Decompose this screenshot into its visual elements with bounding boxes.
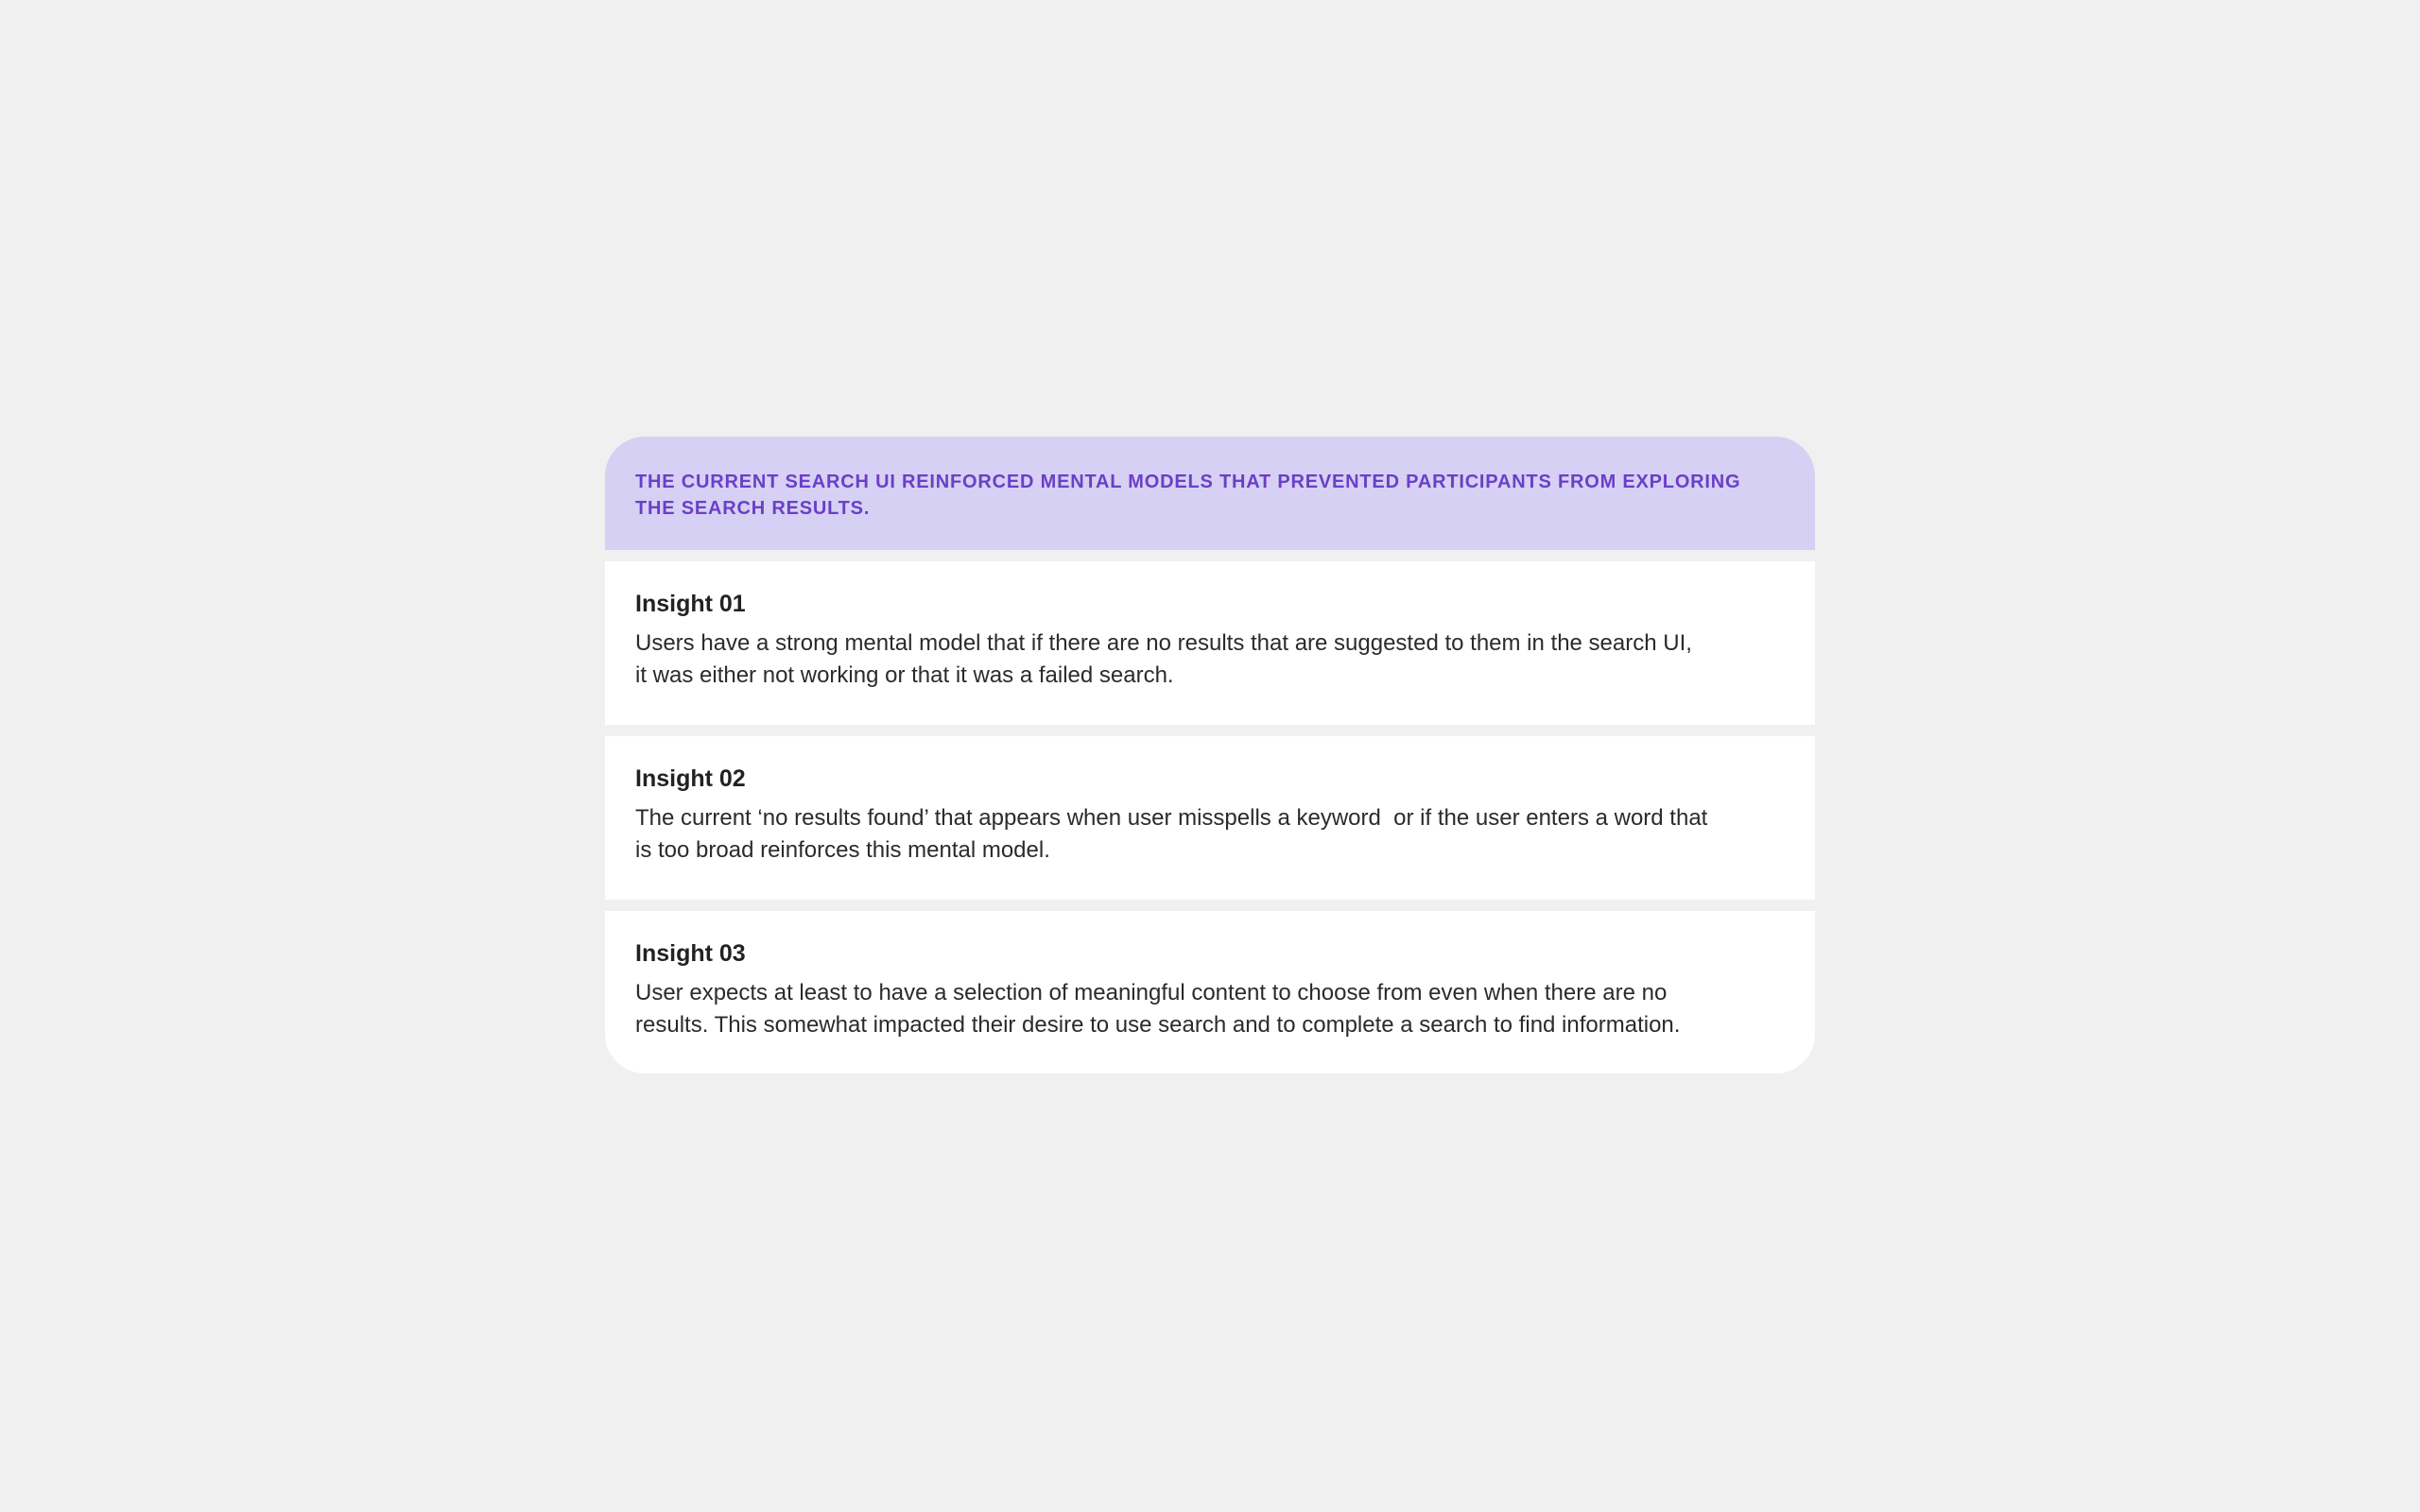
insight-title: Insight 01 xyxy=(635,591,746,617)
insight-title: Insight 03 xyxy=(635,940,746,967)
insights-heading: THE CURRENT SEARCH UI REINFORCED MENTAL … xyxy=(635,472,1741,519)
insight-body: The current ‘no results found’ that appe… xyxy=(635,805,1708,863)
insights-header: THE CURRENT SEARCH UI REINFORCED MENTAL … xyxy=(605,437,1815,550)
insight-card-2: Insight 02 The current ‘no results found… xyxy=(605,736,1815,900)
insight-body: User expects at least to have a selectio… xyxy=(635,980,1681,1038)
insight-title: Insight 02 xyxy=(635,765,746,792)
insights-card: THE CURRENT SEARCH UI REINFORCED MENTAL … xyxy=(605,437,1815,1074)
insight-card-1: Insight 01 Users have a strong mental mo… xyxy=(605,561,1815,725)
insight-card-3: Insight 03 User expects at least to have… xyxy=(605,911,1815,1074)
insight-body: Users have a strong mental model that if… xyxy=(635,630,1692,688)
